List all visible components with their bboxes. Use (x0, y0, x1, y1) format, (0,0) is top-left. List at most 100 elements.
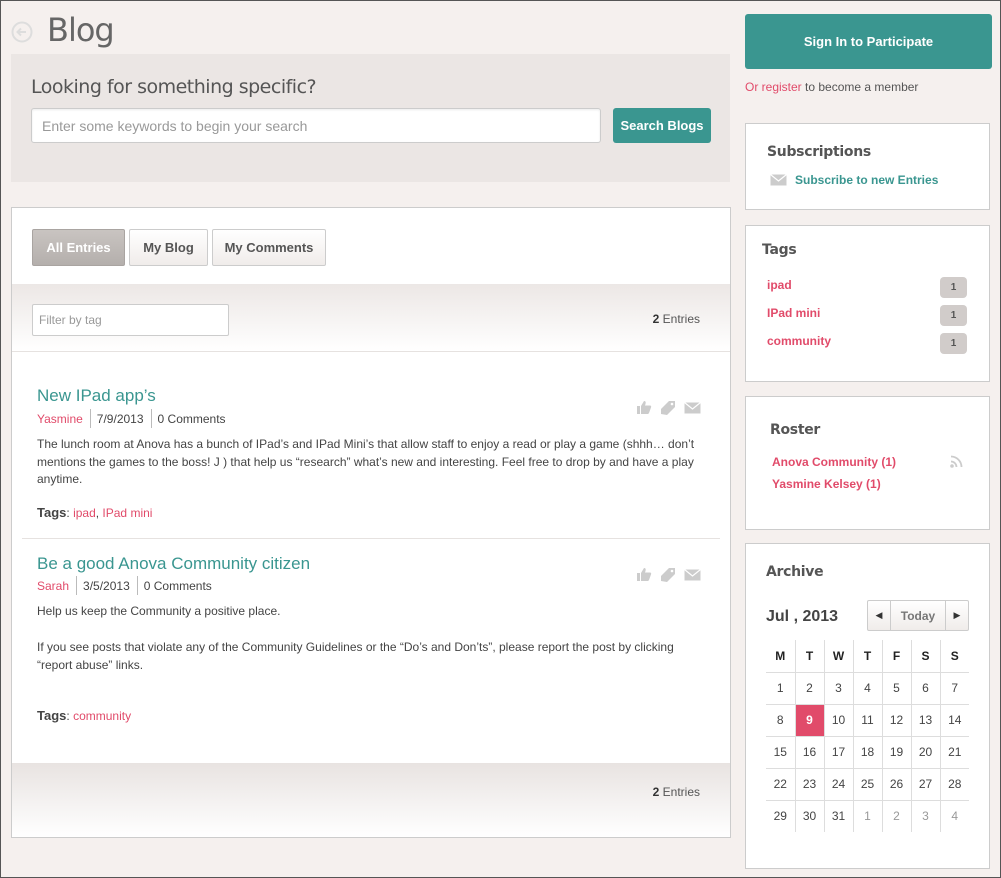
card-title: Archive (766, 564, 824, 580)
divider (22, 538, 720, 539)
tag-count-badge: 1 (940, 277, 967, 298)
calendar-day[interactable]: 26 (882, 768, 912, 801)
entry-comments-link[interactable]: 0 Comments (138, 579, 212, 593)
tag-link[interactable]: IPad mini (102, 506, 152, 520)
envelope-icon[interactable] (684, 568, 701, 581)
calendar-day[interactable]: 10 (824, 704, 854, 737)
tag-link[interactable]: ipad (767, 278, 792, 292)
entry-author[interactable]: Yasmine (37, 412, 90, 426)
filter-by-tag-input[interactable] (32, 304, 229, 336)
calendar-day[interactable]: 2 (795, 672, 825, 705)
chevron-left-icon[interactable]: ◀ (868, 601, 890, 630)
entry-date: 3/5/2013 (83, 578, 130, 593)
entry-author[interactable]: Sarah (37, 579, 76, 593)
subscriptions-card: Subscriptions Subscribe to new Entries (745, 123, 990, 210)
calendar-day[interactable]: 9 (795, 704, 825, 737)
archive-card: Archive Jul , 2013 ◀ Today ▶ MTWTFSS 123… (745, 543, 990, 869)
weekday-header: T (795, 640, 825, 673)
calendar-day[interactable]: 4 (853, 672, 883, 705)
tab-all-entries[interactable]: All Entries (32, 229, 125, 266)
calendar-day[interactable]: 19 (882, 736, 912, 769)
subscribe-link[interactable]: Subscribe to new Entries (795, 173, 938, 187)
tag-link[interactable]: community (767, 334, 831, 348)
calendar-day[interactable]: 18 (853, 736, 883, 769)
calendar-day[interactable]: 15 (766, 736, 796, 769)
entry-title[interactable]: Be a good Anova Community citizen (37, 554, 310, 574)
calendar-day[interactable]: 1 (766, 672, 796, 705)
calendar-day[interactable]: 3 (824, 672, 854, 705)
tag-link[interactable]: ipad (73, 506, 96, 520)
entry-date: 7/9/2013 (96, 411, 144, 426)
tag-link[interactable]: community (73, 709, 131, 723)
weekday-header: T (853, 640, 883, 673)
search-heading: Looking for something specific? (31, 76, 317, 98)
calendar-day[interactable]: 28 (940, 768, 969, 801)
tag-icon[interactable] (660, 567, 676, 582)
calendar-day[interactable]: 30 (795, 800, 825, 832)
calendar-day[interactable]: 22 (766, 768, 796, 801)
calendar-day[interactable]: 4 (940, 800, 969, 832)
entry-body: If you see posts that violate any of the… (37, 640, 674, 672)
calendar-day[interactable]: 12 (882, 704, 912, 737)
calendar-day[interactable]: 5 (882, 672, 912, 705)
calendar-day[interactable]: 6 (911, 672, 941, 705)
tab-my-comments[interactable]: My Comments (212, 229, 326, 266)
calendar-day[interactable]: 13 (911, 704, 941, 737)
entry-comments-link[interactable]: 0 Comments (152, 412, 226, 426)
search-panel: Looking for something specific? Search B… (11, 54, 730, 182)
entry-title[interactable]: New IPad app’s (37, 386, 156, 406)
roster-item[interactable]: Yasmine Kelsey (1) (772, 477, 881, 491)
calendar-day[interactable]: 25 (853, 768, 883, 801)
entry-body: The lunch room at Anova has a bunch of I… (37, 437, 695, 486)
entry-meta: Yasmine 7/9/2013 0 Comments (37, 409, 226, 428)
tag-count-badge: 1 (940, 305, 967, 326)
sign-in-button[interactable]: Sign In to Participate (745, 14, 992, 69)
thumbs-up-icon[interactable] (636, 400, 652, 415)
back-arrow-icon[interactable] (11, 21, 33, 43)
envelope-icon[interactable] (684, 401, 701, 414)
tags-card: Tags ipad 1 IPad mini 1 community 1 (745, 225, 990, 382)
search-blogs-button[interactable]: Search Blogs (613, 108, 711, 143)
entry-count: 2 Entries (652, 785, 700, 799)
calendar-day[interactable]: 21 (940, 736, 969, 769)
roster-item[interactable]: Anova Community (1) (772, 455, 896, 469)
entry-meta: Sarah 3/5/2013 0 Comments (37, 576, 212, 595)
filter-bar: 2 Entries (12, 284, 730, 352)
tag-count-badge: 1 (940, 333, 967, 354)
entries-panel: All Entries My Blog My Comments 2 Entrie… (11, 207, 731, 838)
card-title: Roster (770, 422, 821, 438)
weekday-header: M (766, 640, 796, 673)
calendar-day[interactable]: 16 (795, 736, 825, 769)
register-link[interactable]: Or register (745, 80, 802, 94)
calendar-day[interactable]: 2 (882, 800, 912, 832)
calendar-day[interactable]: 3 (911, 800, 941, 832)
calendar-day[interactable]: 31 (824, 800, 854, 832)
weekday-header: S (940, 640, 969, 673)
calendar-grid: MTWTFSS 1 2 3 4 5 6 7 8 9 10 11 12 13 14 15 16 17 18 19 20 2… (766, 640, 969, 832)
search-input[interactable] (31, 108, 601, 143)
rss-icon[interactable] (950, 455, 963, 468)
calendar-month: Jul , 2013 (766, 608, 839, 625)
tag-icon[interactable] (660, 400, 676, 415)
tab-my-blog[interactable]: My Blog (129, 229, 208, 266)
calendar-day[interactable]: 17 (824, 736, 854, 769)
calendar-day[interactable]: 23 (795, 768, 825, 801)
calendar-day[interactable]: 7 (940, 672, 969, 705)
calendar-day[interactable]: 8 (766, 704, 796, 737)
calendar-day[interactable]: 29 (766, 800, 796, 832)
entry-tags: Tags: ipad, IPad mini (37, 505, 153, 520)
calendar-day[interactable]: 1 (853, 800, 883, 832)
today-button[interactable]: Today (890, 601, 946, 630)
calendar-day[interactable]: 11 (853, 704, 883, 737)
entry-tags: Tags: community (37, 708, 132, 723)
card-title: Tags (762, 242, 797, 258)
tag-link[interactable]: IPad mini (767, 306, 820, 320)
chevron-right-icon[interactable]: ▶ (946, 601, 968, 630)
calendar-day[interactable]: 27 (911, 768, 941, 801)
register-line: Or register to become a member (745, 80, 919, 94)
envelope-icon (770, 174, 787, 186)
calendar-day[interactable]: 14 (940, 704, 969, 737)
calendar-day[interactable]: 20 (911, 736, 941, 769)
thumbs-up-icon[interactable] (636, 567, 652, 582)
calendar-day[interactable]: 24 (824, 768, 854, 801)
